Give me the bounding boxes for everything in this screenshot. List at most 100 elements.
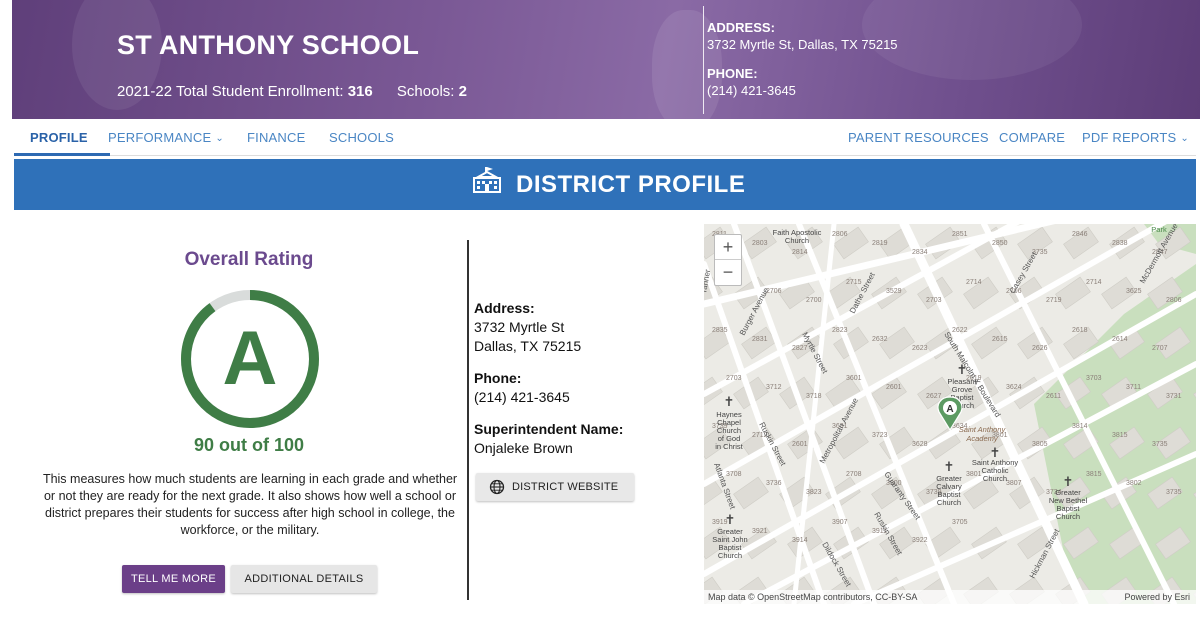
house-number: 2618 bbox=[1072, 327, 1088, 334]
district-website-label: DISTRICT WEBSITE bbox=[512, 481, 619, 493]
house-number: 2814 bbox=[792, 249, 808, 256]
house-number: 2827 bbox=[792, 345, 808, 352]
poi-label: Park bbox=[1151, 225, 1167, 234]
house-number: 2819 bbox=[872, 240, 888, 247]
church-icon: ✝ bbox=[1063, 474, 1074, 489]
house-number: 3814 bbox=[1072, 423, 1088, 430]
map-canvas[interactable]: 2811280328142806281928342851285037352846… bbox=[704, 224, 1196, 604]
house-number: 3628 bbox=[912, 441, 928, 448]
house-number: 2803 bbox=[752, 240, 768, 247]
house-number: 3625 bbox=[1126, 288, 1142, 295]
tab-profile[interactable]: PROFILE bbox=[30, 130, 88, 145]
house-number: 2601 bbox=[792, 441, 808, 448]
zoom-out-button[interactable]: − bbox=[715, 260, 741, 285]
tab-parent-resources[interactable]: PARENT RESOURCES bbox=[848, 130, 989, 145]
tab-schools[interactable]: SCHOOLS bbox=[329, 130, 394, 145]
banner-phone-value: (214) 421-3645 bbox=[707, 83, 796, 98]
house-number: 3624 bbox=[1006, 384, 1022, 391]
house-number: 2707 bbox=[1152, 345, 1168, 352]
house-number: 3712 bbox=[766, 384, 782, 391]
district-website-button[interactable]: DISTRICT WEBSITE bbox=[476, 473, 634, 501]
house-number: 2622 bbox=[952, 327, 968, 334]
house-number: 3823 bbox=[806, 489, 822, 496]
house-number: 3735 bbox=[1166, 489, 1182, 496]
rating-description: This measures how much students are lear… bbox=[42, 472, 458, 537]
tab-pdf-reports[interactable]: PDF REPORTS ⌄ bbox=[1082, 130, 1189, 145]
page: ST ANTHONY SCHOOL 2021-22 Total Student … bbox=[0, 0, 1200, 626]
poi-label: Saint Anthony bbox=[959, 425, 1007, 434]
banner-phone-label: PHONE: bbox=[707, 66, 758, 81]
rating-grade: A bbox=[223, 316, 278, 401]
poi-label: Church bbox=[785, 236, 809, 245]
map-attribution[interactable]: Map data © OpenStreetMap contributors, C… bbox=[708, 592, 917, 602]
active-tab-indicator bbox=[14, 153, 110, 156]
tab-finance[interactable]: FINANCE bbox=[247, 130, 305, 145]
house-number: 3807 bbox=[1006, 480, 1022, 487]
poi-label: Church bbox=[1056, 512, 1080, 521]
map-powered-by[interactable]: Powered by Esri bbox=[1124, 592, 1190, 602]
phone-label: Phone: bbox=[474, 370, 522, 386]
house-number: 2823 bbox=[832, 327, 848, 334]
banner-address-value: 3732 Myrtle St, Dallas, TX 75215 bbox=[707, 37, 898, 52]
poi-label: Academy bbox=[965, 434, 999, 443]
house-number: 3805 bbox=[1032, 441, 1048, 448]
church-icon: ✝ bbox=[725, 512, 736, 527]
house-number: 2714 bbox=[1086, 279, 1102, 286]
superintendent-value: Onjaleke Brown bbox=[474, 440, 573, 456]
map-attribution-bar: Map data © OpenStreetMap contributors, C… bbox=[704, 590, 1196, 604]
house-number: 3815 bbox=[1112, 432, 1128, 439]
school-building-icon bbox=[473, 167, 501, 193]
schools-value: 2 bbox=[458, 83, 467, 100]
house-number: 2835 bbox=[712, 327, 728, 334]
column-divider bbox=[467, 240, 469, 600]
chevron-down-icon: ⌄ bbox=[215, 133, 224, 144]
house-number: 3907 bbox=[832, 519, 848, 526]
house-number: 2703 bbox=[726, 375, 742, 382]
house-number: 3718 bbox=[806, 393, 822, 400]
poi-label: Church bbox=[718, 551, 742, 560]
tab-performance[interactable]: PERFORMANCE ⌄ bbox=[108, 130, 224, 145]
house-number: 2601 bbox=[886, 384, 902, 391]
house-number: 2838 bbox=[1112, 240, 1128, 247]
marker-label: A bbox=[946, 404, 953, 415]
address-label: Address: bbox=[474, 300, 535, 316]
section-header: DISTRICT PROFILE bbox=[14, 159, 1196, 210]
house-number: 3921 bbox=[752, 528, 768, 535]
section-title: DISTRICT PROFILE bbox=[516, 171, 746, 198]
church-icon: ✝ bbox=[957, 362, 968, 377]
house-number: 3802 bbox=[1126, 480, 1142, 487]
house-number: 3529 bbox=[886, 288, 902, 295]
house-number: 3703 bbox=[1086, 375, 1102, 382]
address-line2: Dallas, TX 75215 bbox=[474, 338, 582, 354]
house-number: 2834 bbox=[912, 249, 928, 256]
house-number: 2700 bbox=[806, 297, 822, 304]
house-number: 3711 bbox=[1126, 384, 1141, 391]
zoom-in-button[interactable]: + bbox=[715, 235, 741, 260]
additional-details-button[interactable]: ADDITIONAL DETAILS bbox=[231, 565, 377, 593]
enrollment-value: 316 bbox=[347, 83, 373, 100]
tell-me-more-button[interactable]: TELL ME MORE bbox=[122, 565, 225, 593]
house-number: 3705 bbox=[952, 519, 968, 526]
tab-compare[interactable]: COMPARE bbox=[999, 130, 1065, 145]
house-number: 2627 bbox=[926, 393, 942, 400]
enrollment-summary: 2021-22 Total Student Enrollment: 316 Sc… bbox=[117, 83, 467, 100]
house-number: 2846 bbox=[1072, 231, 1088, 238]
house-number: 2703 bbox=[926, 297, 942, 304]
house-number: 2851 bbox=[952, 231, 968, 238]
house-number: 2632 bbox=[872, 336, 888, 343]
poi-label: Church bbox=[937, 498, 961, 507]
house-number: 2614 bbox=[1112, 336, 1128, 343]
address-line1: 3732 Myrtle St bbox=[474, 319, 565, 335]
house-number: 2611 bbox=[1046, 393, 1061, 400]
enrollment-label: 2021-22 Total Student Enrollment: bbox=[117, 83, 344, 100]
house-number: 3735 bbox=[1152, 441, 1168, 448]
house-number: 3922 bbox=[912, 537, 928, 544]
house-number: 2831 bbox=[752, 336, 768, 343]
rating-score: 90 out of 100 bbox=[193, 435, 305, 455]
house-number: 2806 bbox=[832, 231, 848, 238]
house-number: 2806 bbox=[1166, 297, 1182, 304]
house-number: 2623 bbox=[912, 345, 928, 352]
house-number: 2715 bbox=[846, 279, 862, 286]
location-map[interactable]: 2811280328142806281928342851285037352846… bbox=[704, 224, 1196, 604]
church-icon: ✝ bbox=[944, 459, 955, 474]
